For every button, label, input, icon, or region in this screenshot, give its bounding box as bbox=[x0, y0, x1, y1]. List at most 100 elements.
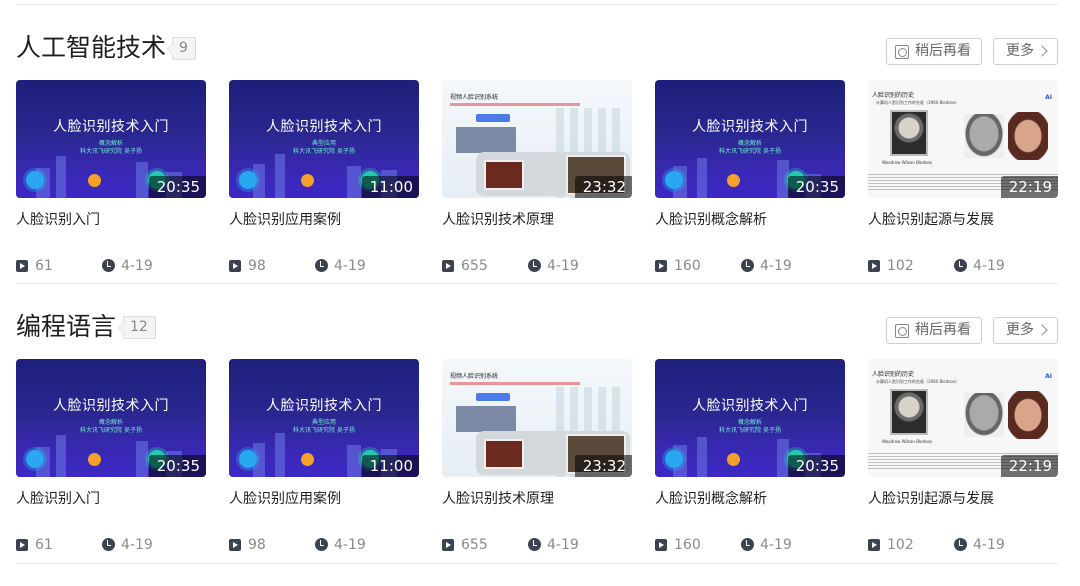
thumbnail-subtitle: 概念解析 科大讯飞研究院 吴子扬 bbox=[80, 419, 142, 434]
duration-badge: 20:35 bbox=[148, 455, 206, 477]
video-card[interactable]: 人脸识别技术入门 概念解析 科大讯飞研究院 吴子扬 20:35 人脸识别概念解析 … bbox=[655, 359, 845, 553]
thumbnail-text-line bbox=[450, 382, 580, 385]
clock-icon bbox=[315, 538, 328, 551]
more-button[interactable]: 更多 bbox=[993, 38, 1058, 65]
video-title[interactable]: 人脸识别入门 bbox=[16, 490, 100, 508]
thumbnail-photo bbox=[484, 160, 524, 190]
video-thumbnail[interactable]: 人脸识别技术入门 概念解析 科大讯飞研究院 吴子扬 20:35 bbox=[655, 80, 845, 198]
thumbnail-title: 视频人脸识别系统 bbox=[450, 94, 499, 101]
thumbnail-subtitle: 典型应用 科大讯飞研究院 吴子扬 bbox=[293, 140, 355, 155]
video-card[interactable]: 人脸识别技术入门 概念解析 科大讯飞研究院 吴子扬 20:35 人脸识别入门 61… bbox=[16, 80, 206, 274]
section-header: 人工智能技术 9 稍后再看 更多 bbox=[16, 28, 1058, 68]
thumbnail-building bbox=[56, 156, 66, 198]
video-thumbnail[interactable]: 人脸识别技术入门 典型应用 科大讯飞研究院 吴子扬 11:00 bbox=[229, 80, 419, 198]
clock-icon bbox=[102, 538, 115, 551]
video-card[interactable]: 视频人脸识别系统 23:32 人脸识别技术原理 655 4-19 bbox=[442, 359, 632, 553]
play-icon bbox=[229, 539, 241, 551]
thumbnail-building bbox=[275, 433, 285, 477]
thumbnail-title: 人脸识别的历史 bbox=[872, 92, 915, 99]
thumbnail-photo bbox=[964, 114, 1004, 158]
thumbnail-title: 人脸识别技术入门 bbox=[692, 398, 808, 414]
video-meta: 61 4-19 bbox=[16, 535, 206, 555]
video-thumbnail[interactable]: 人脸识别技术入门 概念解析 科大讯飞研究院 吴子扬 20:35 bbox=[16, 80, 206, 198]
video-thumbnail[interactable]: 人脸识别技术入门 概念解析 科大讯飞研究院 吴子扬 20:35 bbox=[16, 359, 206, 477]
video-card[interactable]: 人脸识别技术入门 概念解析 科大讯飞研究院 吴子扬 20:35 人脸识别入门 61… bbox=[16, 359, 206, 553]
section-title[interactable]: 编程语言 bbox=[16, 311, 116, 343]
view-count: 98 bbox=[248, 258, 266, 274]
play-icon bbox=[655, 260, 667, 272]
watch-later-button[interactable]: 稍后再看 bbox=[886, 317, 982, 344]
thumbnail-label bbox=[476, 114, 510, 122]
video-card[interactable]: 人脸识别技术入门 概念解析 科大讯飞研究院 吴子扬 20:35 人脸识别概念解析 … bbox=[655, 80, 845, 274]
thumbnail-title: 人脸识别技术入门 bbox=[53, 398, 169, 414]
section-ai: 人工智能技术 9 稍后再看 更多 人脸识别技术入门 概念解析 科大讯飞研究院 吴子… bbox=[16, 28, 1058, 308]
thumbnail-title: 人脸识别技术入门 bbox=[692, 119, 808, 135]
video-card[interactable]: 人脸识别的历史 计算机人脸识别工作的先驱（1960 Bledsoe） AI Wo… bbox=[868, 359, 1058, 553]
video-thumbnail[interactable]: 视频人脸识别系统 23:32 bbox=[442, 359, 632, 477]
video-thumbnail[interactable]: 人脸识别的历史 计算机人脸识别工作的先驱（1960 Bledsoe） AI Wo… bbox=[868, 80, 1058, 198]
section-title[interactable]: 人工智能技术 bbox=[16, 32, 166, 64]
thumbnail-building bbox=[347, 445, 361, 477]
thumbnail-building bbox=[56, 435, 66, 477]
dot-icon bbox=[727, 174, 740, 187]
video-title[interactable]: 人脸识别技术原理 bbox=[442, 490, 554, 508]
divider bbox=[16, 283, 1058, 284]
thumbnail-photo bbox=[1008, 112, 1048, 160]
video-title[interactable]: 人脸识别起源与发展 bbox=[868, 211, 994, 229]
view-count: 102 bbox=[887, 258, 914, 274]
clock-icon bbox=[102, 259, 115, 272]
video-card[interactable]: 人脸识别技术入门 典型应用 科大讯飞研究院 吴子扬 11:00 人脸识别应用案例 … bbox=[229, 80, 419, 274]
video-title[interactable]: 人脸识别概念解析 bbox=[655, 490, 767, 508]
video-thumbnail[interactable]: 人脸识别的历史 计算机人脸识别工作的先驱（1960 Bledsoe） AI Wo… bbox=[868, 359, 1058, 477]
thumbnail-building bbox=[136, 162, 148, 198]
video-title[interactable]: 人脸识别概念解析 bbox=[655, 211, 767, 229]
mic-icon bbox=[26, 171, 44, 189]
upload-date: 4-19 bbox=[547, 537, 579, 553]
thumbnail-subtitle: 概念解析 科大讯飞研究院 吴子扬 bbox=[719, 419, 781, 434]
play-icon bbox=[442, 260, 454, 272]
video-card[interactable]: 视频人脸识别系统 23:32 人脸识别技术原理 655 4-19 bbox=[442, 80, 632, 274]
view-count: 160 bbox=[674, 258, 701, 274]
thumbnail-subtitle: 概念解析 科大讯飞研究院 吴子扬 bbox=[719, 140, 781, 155]
watch-later-button[interactable]: 稍后再看 bbox=[886, 38, 982, 65]
mic-icon bbox=[239, 171, 257, 189]
view-count: 655 bbox=[461, 537, 488, 553]
duration-badge: 22:19 bbox=[1000, 455, 1058, 477]
video-title[interactable]: 人脸识别应用案例 bbox=[229, 211, 341, 229]
mic-icon bbox=[665, 450, 683, 468]
duration-badge: 11:00 bbox=[361, 176, 419, 198]
video-thumbnail[interactable]: 视频人脸识别系统 23:32 bbox=[442, 80, 632, 198]
more-button[interactable]: 更多 bbox=[993, 317, 1058, 344]
play-icon bbox=[868, 260, 880, 272]
thumbnail-title: 人脸识别技术入门 bbox=[53, 119, 169, 135]
play-icon bbox=[868, 539, 880, 551]
thumbnail-image bbox=[456, 406, 516, 432]
video-thumbnail[interactable]: 人脸识别技术入门 典型应用 科大讯飞研究院 吴子扬 11:00 bbox=[229, 359, 419, 477]
thumbnail-title: 人脸识别技术入门 bbox=[266, 119, 382, 135]
video-thumbnail[interactable]: 人脸识别技术入门 概念解析 科大讯飞研究院 吴子扬 20:35 bbox=[655, 359, 845, 477]
play-icon bbox=[16, 260, 28, 272]
video-meta: 98 4-19 bbox=[229, 535, 419, 555]
view-count: 98 bbox=[248, 537, 266, 553]
video-title[interactable]: 人脸识别技术原理 bbox=[442, 211, 554, 229]
video-meta: 655 4-19 bbox=[442, 256, 632, 276]
video-card[interactable]: 人脸识别技术入门 典型应用 科大讯飞研究院 吴子扬 11:00 人脸识别应用案例 … bbox=[229, 359, 419, 553]
thumbnail-subtitle: 计算机人脸识别工作的先驱（1960 Bledsoe） bbox=[876, 379, 960, 384]
video-title[interactable]: 人脸识别入门 bbox=[16, 211, 100, 229]
dot-icon bbox=[301, 174, 314, 187]
upload-date: 4-19 bbox=[973, 258, 1005, 274]
video-card[interactable]: 人脸识别的历史 计算机人脸识别工作的先驱（1960 Bledsoe） AI Wo… bbox=[868, 80, 1058, 274]
video-title[interactable]: 人脸识别应用案例 bbox=[229, 490, 341, 508]
thumbnail-text-line bbox=[450, 103, 580, 106]
thumbnail-subtitle: 概念解析 科大讯飞研究院 吴子扬 bbox=[80, 140, 142, 155]
clock-box-icon bbox=[895, 324, 909, 338]
thumbnail-title: 人脸识别技术入门 bbox=[266, 398, 382, 414]
thumbnail-photo bbox=[890, 389, 928, 435]
thumbnail-building bbox=[697, 437, 707, 477]
thumbnail-building bbox=[275, 154, 285, 198]
mic-icon bbox=[26, 450, 44, 468]
thumbnail-building bbox=[136, 441, 148, 477]
thumbnail-subtitle: 计算机人脸识别工作的先驱（1960 Bledsoe） bbox=[876, 100, 960, 105]
duration-badge: 11:00 bbox=[361, 455, 419, 477]
video-title[interactable]: 人脸识别起源与发展 bbox=[868, 490, 994, 508]
